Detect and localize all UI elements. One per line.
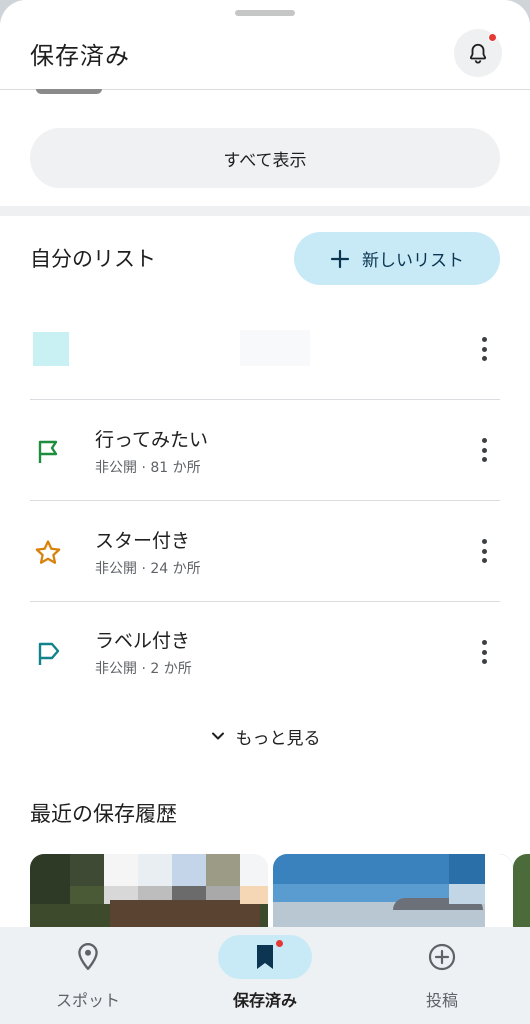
star-icon [30, 535, 66, 571]
notification-dot [275, 939, 284, 948]
recent-place-card[interactable] [513, 854, 530, 928]
recent-place-card[interactable] [30, 854, 268, 928]
nav-post-pill [395, 935, 489, 979]
nav-saved[interactable]: 保存済み [177, 927, 353, 1024]
recent-saves-carousel[interactable] [30, 854, 530, 928]
show-all-button[interactable]: すべて表示 [30, 128, 500, 188]
bell-icon [469, 43, 487, 64]
add-circle-icon [428, 943, 456, 971]
recent-place-card[interactable] [273, 854, 513, 928]
bookmark-icon [257, 945, 273, 969]
saved-thumbnail-peek [36, 89, 102, 94]
list-item[interactable] [0, 300, 530, 400]
more-options-icon[interactable] [474, 536, 494, 566]
list-item[interactable]: スター付き 非公開 · 24 か所 [0, 501, 530, 601]
recent-saves-title: 最近の保存履歴 [30, 802, 177, 826]
new-list-label: 新しいリスト [362, 251, 464, 271]
saved-bottom-sheet: 保存済み すべて表示 自分のリスト 新しいリスト 行ってみたい 非公開 · 81… [0, 0, 530, 1024]
list-item[interactable]: 行ってみたい 非公開 · 81 か所 [0, 400, 530, 500]
drag-handle[interactable] [235, 10, 295, 16]
new-list-button[interactable]: 新しいリスト [294, 232, 500, 285]
chevron-down-icon [211, 732, 224, 740]
list-meta: 非公開 · 24 か所 [95, 561, 201, 577]
nav-post[interactable]: 投稿 [354, 927, 530, 1024]
location-pin-icon [78, 942, 98, 970]
nav-label: 投稿 [425, 991, 458, 1010]
page-title: 保存済み [30, 42, 130, 70]
list-thumbnail [33, 332, 69, 366]
section-divider [0, 206, 530, 216]
list-item[interactable]: ラベル付き 非公開 · 2 か所 [0, 602, 530, 702]
label-flag-icon [30, 636, 66, 672]
my-lists-title: 自分のリスト [30, 247, 156, 271]
nav-label: スポット [55, 991, 120, 1010]
show-more-label: もっと見る [235, 728, 321, 749]
nav-spot[interactable]: スポット [0, 927, 176, 1024]
bottom-navigation: スポット 保存済み 投稿 [0, 927, 530, 1024]
nav-label: 保存済み [232, 991, 297, 1010]
nav-spot-pill [41, 935, 135, 979]
nav-saved-pill [218, 935, 312, 979]
notification-dot [488, 33, 497, 42]
redacted-block [240, 330, 310, 366]
more-options-icon[interactable] [474, 435, 494, 465]
list-name: 行ってみたい [95, 429, 209, 451]
more-options-icon[interactable] [474, 637, 494, 667]
list-name: スター付き [95, 530, 191, 552]
header: 保存済み [0, 26, 530, 90]
notifications-button[interactable] [454, 29, 502, 77]
flag-icon [30, 434, 66, 470]
list-meta: 非公開 · 2 か所 [95, 661, 192, 677]
show-more-button[interactable]: もっと見る [0, 720, 530, 752]
list-name: ラベル付き [95, 630, 191, 652]
plus-icon [330, 249, 350, 268]
more-options-icon[interactable] [474, 334, 494, 364]
list-meta: 非公開 · 81 か所 [95, 460, 201, 476]
